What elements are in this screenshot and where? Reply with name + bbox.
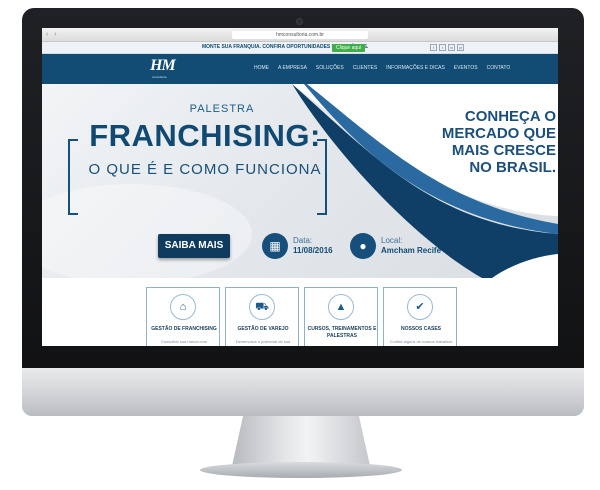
feature-title: CURSOS, TREINAMENTOS E PALESTRAS bbox=[307, 326, 377, 339]
nav-item-eventos[interactable]: EVENTOS bbox=[454, 65, 478, 71]
social-links: f t in yt bbox=[430, 44, 464, 51]
browser-nav-arrows[interactable]: ‹ › bbox=[46, 31, 59, 38]
feature-title: GESTÃO DE VAREJO bbox=[237, 326, 289, 332]
announcement-cta-button[interactable]: Clique aqui bbox=[332, 44, 366, 52]
feature-card-cases[interactable]: ✔ NOSSOS CASES Confira alguns de nossos … bbox=[383, 287, 457, 346]
linkedin-icon[interactable]: in bbox=[448, 44, 455, 51]
facebook-icon[interactable]: f bbox=[430, 44, 437, 51]
youtube-icon[interactable]: yt bbox=[457, 44, 464, 51]
date-label: Data: bbox=[293, 236, 313, 245]
headline-line: NO BRASIL. bbox=[469, 159, 556, 176]
bracket-left bbox=[68, 139, 78, 215]
place-label: Local: bbox=[381, 236, 403, 245]
feature-desc: Confira alguns de nossos trabalhos bbox=[389, 339, 453, 344]
nav-item-informacoes[interactable]: INFORMAÇÕES E DICAS bbox=[386, 65, 445, 71]
headline-line: CONHEÇA O bbox=[464, 108, 556, 125]
monitor-base bbox=[200, 462, 402, 478]
top-announcement-strip: MONTE SUA FRANQUIA. CONFIRA OPORTUNIDADE… bbox=[42, 42, 558, 54]
screen: ‹ › hmconsultoria.com.br MONTE SUA FRANQ… bbox=[42, 28, 558, 346]
feature-card-varejo[interactable]: ⛟ GESTÃO DE VAREJO Desenvolva o potencia… bbox=[225, 287, 299, 346]
feature-title: NOSSOS CASES bbox=[400, 326, 441, 332]
camera-icon bbox=[296, 18, 303, 25]
monitor-chin bbox=[22, 368, 584, 416]
calendar-icon: ▦ bbox=[262, 233, 288, 259]
main-navbar: HM consultoria HOME A EMPRESA SOLUÇÕES C… bbox=[42, 54, 558, 84]
twitter-icon[interactable]: t bbox=[439, 44, 446, 51]
thumbs-up-icon: ✔ bbox=[407, 294, 433, 320]
nav-item-contato[interactable]: CONTATO bbox=[487, 65, 511, 71]
graduation-cap-icon: ▲ bbox=[328, 294, 354, 320]
feature-desc: Consolide sua marca com bbox=[160, 339, 208, 344]
location-pin-icon: ● bbox=[350, 233, 376, 259]
features-section: ⌂ GESTÃO DE FRANCHISING Consolide sua ma… bbox=[42, 278, 558, 346]
feature-desc: Desenvolva o potencial de sua bbox=[235, 339, 291, 344]
date-value: 11/08/2016 bbox=[293, 246, 333, 255]
nav-item-clientes[interactable]: CLIENTES bbox=[353, 65, 377, 71]
nav-item-solucoes[interactable]: SOLUÇÕES bbox=[316, 65, 344, 71]
nav-item-empresa[interactable]: A EMPRESA bbox=[278, 65, 307, 71]
hero-subtitle: O QUE É E COMO FUNCIONA bbox=[88, 161, 322, 178]
feature-card-cursos[interactable]: ▲ CURSOS, TREINAMENTOS E PALESTRAS bbox=[304, 287, 378, 346]
nav-menu: HOME A EMPRESA SOLUÇÕES CLIENTES INFORMA… bbox=[254, 65, 510, 71]
nav-item-home[interactable]: HOME bbox=[254, 65, 269, 71]
browser-toolbar: ‹ › hmconsultoria.com.br bbox=[42, 28, 558, 42]
feature-title: GESTÃO DE FRANCHISING bbox=[151, 326, 217, 332]
monitor-stand bbox=[232, 416, 370, 466]
hero-title: FRANCHISING: bbox=[89, 118, 321, 153]
place-value: Amcham Recife bbox=[381, 246, 442, 255]
hero-banner: PALESTRA FRANCHISING: O QUE É E COMO FUN… bbox=[42, 84, 558, 278]
hero-kicker: PALESTRA bbox=[189, 103, 255, 115]
hero-right-headline: CONHEÇA O MERCADO QUE MAIS CRESCE NO BRA… bbox=[380, 108, 556, 176]
site-logo-subtitle: consultoria bbox=[152, 75, 167, 79]
address-bar[interactable]: hmconsultoria.com.br bbox=[232, 31, 368, 39]
cart-icon: ⛟ bbox=[249, 294, 275, 320]
headline-line: MERCADO QUE bbox=[441, 125, 556, 142]
headline-line: MAIS CRESCE bbox=[451, 142, 556, 159]
saiba-mais-button[interactable]: SAIBA MAIS bbox=[158, 234, 230, 258]
site-logo[interactable]: HM bbox=[150, 57, 176, 75]
home-icon: ⌂ bbox=[170, 294, 196, 320]
feature-card-franchising[interactable]: ⌂ GESTÃO DE FRANCHISING Consolide sua ma… bbox=[146, 287, 220, 346]
